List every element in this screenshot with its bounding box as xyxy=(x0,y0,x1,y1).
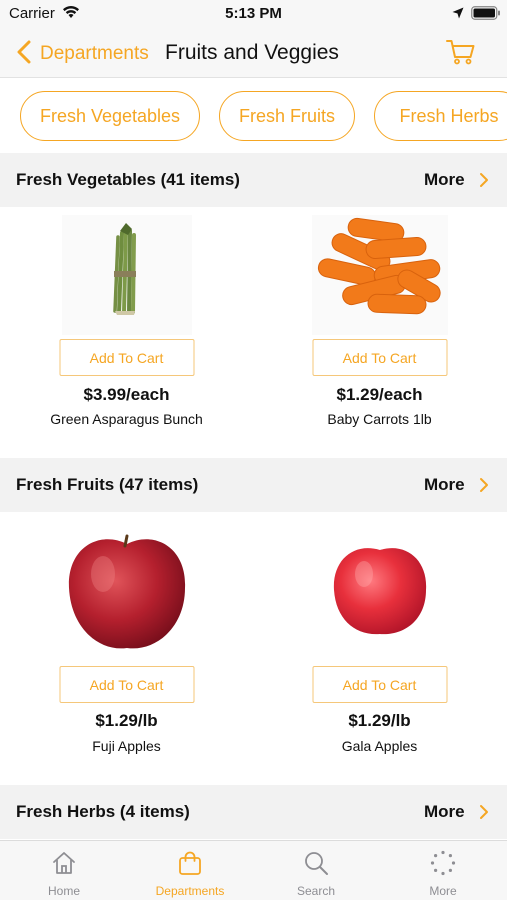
product-card[interactable]: Add To Cart $1.29/each Baby Carrots 1lb xyxy=(253,207,506,457)
product-price: $3.99/each xyxy=(83,385,170,404)
back-chevron-icon[interactable] xyxy=(16,40,32,64)
chip-fresh-vegetables[interactable]: Fresh Vegetables xyxy=(20,91,200,141)
section-header-fruits: Fresh Fruits (47 items) More xyxy=(0,458,507,512)
product-name[interactable]: Baby Carrots 1lb xyxy=(253,411,506,427)
product-name[interactable]: Green Asparagus Bunch xyxy=(0,411,253,427)
more-link[interactable]: More xyxy=(424,475,465,495)
page-title: Fruits and Veggies xyxy=(165,41,339,64)
product-card[interactable]: Add To Cart $1.29/lb Gala Apples xyxy=(253,512,506,784)
chevron-right-icon[interactable] xyxy=(479,172,489,188)
back-button[interactable]: Departments xyxy=(40,43,149,65)
tab-label: Home xyxy=(47,884,80,898)
product-price: $1.29/lb xyxy=(348,711,411,730)
tab-label: More xyxy=(429,884,457,898)
chevron-right-icon[interactable] xyxy=(479,477,489,493)
product-name[interactable]: Fuji Apples xyxy=(0,738,253,754)
status-bar: Carrier 5:13 PM xyxy=(0,0,507,30)
product-card[interactable]: Add To Cart $3.99/each Green Asparagus B… xyxy=(0,207,253,457)
tab-label: Departments xyxy=(155,884,225,898)
chip-fresh-herbs[interactable]: Fresh Herbs xyxy=(374,91,507,141)
fuji-apple-image[interactable] xyxy=(63,524,191,654)
cart-icon[interactable] xyxy=(446,39,476,65)
status-time: 5:13 PM xyxy=(225,5,282,22)
gala-apple-image[interactable] xyxy=(330,538,430,638)
product-name[interactable]: Gala Apples xyxy=(253,738,506,754)
add-to-cart-button[interactable]: Add To Cart xyxy=(59,339,194,376)
product-price: $1.29/each xyxy=(336,385,423,404)
chip-fresh-fruits[interactable]: Fresh Fruits xyxy=(219,91,355,141)
more-dots-icon xyxy=(430,850,456,876)
battery-icon xyxy=(471,6,500,20)
section-title: Fresh Herbs (4 items) xyxy=(16,802,190,821)
tab-home[interactable]: Home xyxy=(1,841,127,900)
tab-search[interactable]: Search xyxy=(253,841,379,900)
tab-more[interactable]: More xyxy=(380,841,506,900)
search-icon xyxy=(305,852,328,875)
tab-bar: Home Departments Search More xyxy=(0,840,507,900)
section-title: Fresh Fruits (47 items) xyxy=(16,475,199,494)
chevron-right-icon[interactable] xyxy=(479,804,489,820)
tab-departments[interactable]: Departments xyxy=(127,841,253,900)
shopping-bag-icon xyxy=(179,851,201,875)
home-icon xyxy=(53,852,75,874)
product-price: $1.29/lb xyxy=(95,711,158,730)
more-link[interactable]: More xyxy=(424,802,465,822)
location-arrow-icon xyxy=(452,7,464,19)
section-header-herbs: Fresh Herbs (4 items) More xyxy=(0,785,507,839)
navigation-bar: Departments Fruits and Veggies xyxy=(0,30,507,78)
add-to-cart-button[interactable]: Add To Cart xyxy=(312,666,447,703)
asparagus-image[interactable] xyxy=(61,215,192,335)
more-link[interactable]: More xyxy=(424,170,465,190)
category-chips: Fresh Vegetables Fresh Fruits Fresh Herb… xyxy=(0,79,507,153)
add-to-cart-button[interactable]: Add To Cart xyxy=(59,666,194,703)
add-to-cart-button[interactable]: Add To Cart xyxy=(312,339,447,376)
product-card[interactable]: Add To Cart $1.29/lb Fuji Apples xyxy=(0,512,253,784)
carrots-image[interactable] xyxy=(311,215,448,335)
section-header-vegetables: Fresh Vegetables (41 items) More xyxy=(0,153,507,207)
tab-label: Search xyxy=(296,884,336,898)
section-title: Fresh Vegetables (41 items) xyxy=(16,170,240,189)
